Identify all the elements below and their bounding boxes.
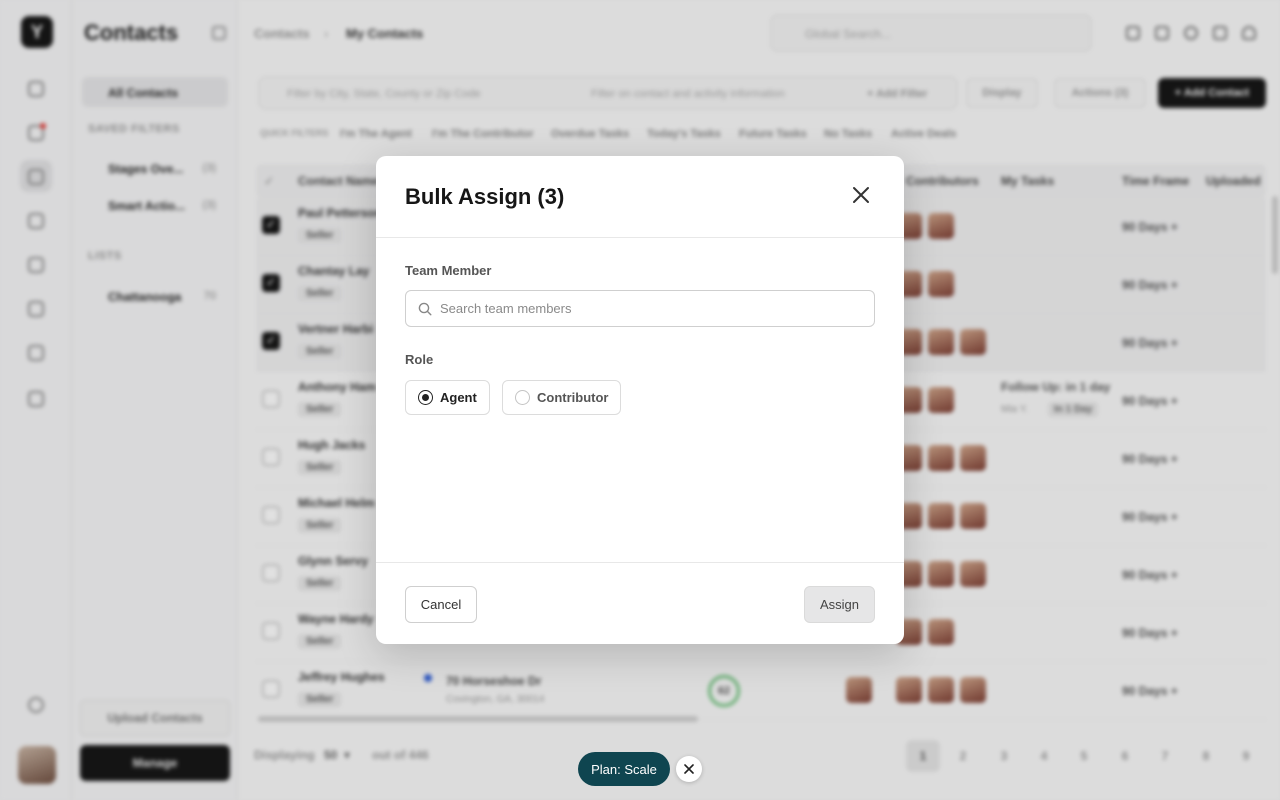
bulk-assign-dialog: Bulk Assign (3) Team Member Role Agent C… xyxy=(376,156,904,644)
role-label: Role xyxy=(405,352,434,367)
close-button[interactable] xyxy=(846,180,876,210)
team-member-search[interactable] xyxy=(405,290,875,327)
role-option-contributor[interactable]: Contributor xyxy=(502,380,622,415)
dialog-header: Bulk Assign (3) xyxy=(376,156,904,238)
assign-button[interactable]: Assign xyxy=(804,586,875,623)
plan-badge[interactable]: Plan: Scale xyxy=(578,752,670,786)
radio-unselected-icon xyxy=(515,390,530,405)
team-member-label: Team Member xyxy=(405,263,492,278)
cancel-button[interactable]: Cancel xyxy=(405,586,477,623)
dialog-footer: Cancel Assign xyxy=(376,562,904,644)
close-icon xyxy=(684,764,694,774)
role-option-agent[interactable]: Agent xyxy=(405,380,490,415)
plan-badge-close-button[interactable] xyxy=(676,756,702,782)
role-option-label: Contributor xyxy=(537,390,609,405)
search-icon xyxy=(418,302,432,315)
search-input[interactable] xyxy=(440,301,860,316)
close-icon xyxy=(853,187,869,203)
radio-selected-icon xyxy=(418,390,433,405)
role-option-label: Agent xyxy=(440,390,477,405)
dialog-title: Bulk Assign (3) xyxy=(405,184,565,209)
